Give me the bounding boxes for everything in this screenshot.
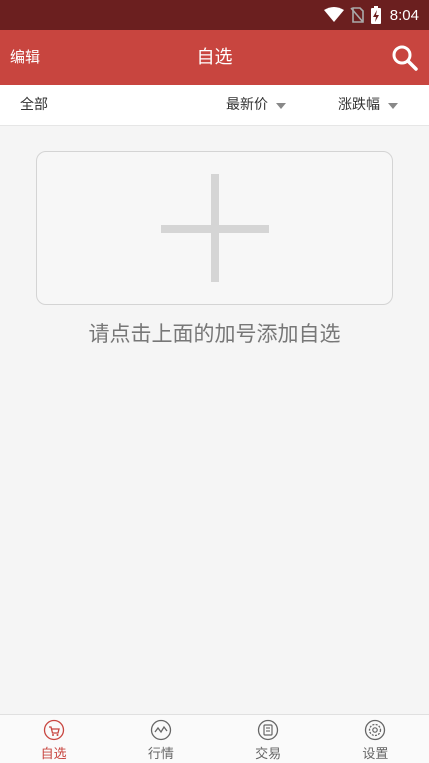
sort-price-label: 最新价 [226,97,268,113]
app-bar: 编辑 自选 [0,30,429,85]
wifi-icon [323,7,344,22]
status-icons: 8:04 [323,0,419,30]
sort-price-button[interactable]: 最新价 [226,85,286,126]
settings-icon [365,719,386,741]
tab-label: 自选 [40,747,67,762]
add-stock-button[interactable] [36,151,393,305]
tab-market[interactable]: 行情 [107,715,214,763]
tab-label: 交易 [255,747,282,762]
tab-trade[interactable]: 交易 [215,715,322,763]
tab-settings[interactable]: 设置 [322,715,429,763]
no-sim-icon [350,7,364,23]
market-icon [150,719,172,741]
tab-label: 设置 [362,747,389,762]
status-bar: 8:04 [0,0,429,30]
sort-bar: 全部 最新价 涨跌幅 [0,85,429,126]
chevron-down-icon [388,102,398,109]
sort-change-button[interactable]: 涨跌幅 [338,85,398,126]
status-time: 8:04 [389,6,419,24]
battery-charging-icon [370,6,381,24]
search-icon[interactable] [391,44,419,72]
empty-hint: 请点击上面的加号添加自选 [88,322,341,346]
trade-icon [257,719,279,741]
page-title: 自选 [196,47,233,68]
sort-change-label: 涨跌幅 [338,97,380,113]
watchlist-icon [43,719,64,741]
plus-icon-vertical [211,174,219,282]
chevron-down-icon [276,102,286,109]
tab-label: 行情 [147,747,174,762]
filter-all-button[interactable]: 全部 [20,85,48,126]
tab-watchlist[interactable]: 自选 [0,715,107,763]
bottom-tab-bar: 自选 行情 交易 设置 [0,714,429,763]
